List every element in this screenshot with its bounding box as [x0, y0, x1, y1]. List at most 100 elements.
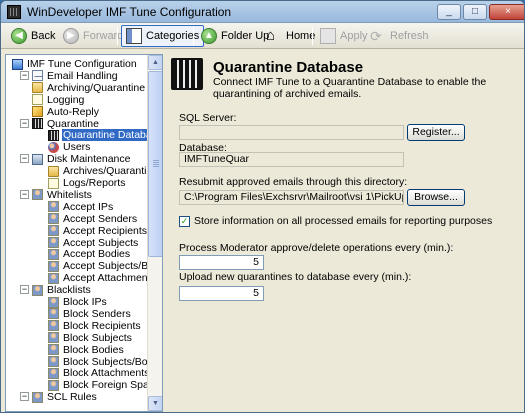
apply-label: Apply [340, 30, 368, 42]
moderator-interval-label: Process Moderator approve/delete operati… [179, 242, 454, 254]
tree-item[interactable]: Users [48, 141, 91, 153]
toolbar-separator [117, 27, 118, 45]
apply-button[interactable]: Apply [316, 25, 372, 47]
person-icon [48, 308, 59, 320]
quarantine-database-icon [171, 58, 203, 90]
tree-item[interactable]: Email Handling [32, 70, 119, 82]
tree-item[interactable]: Logging [32, 94, 85, 106]
reply-icon [32, 106, 43, 118]
title-bar[interactable]: WinDeveloper IMF Tune Configuration _ □ … [1, 1, 524, 23]
tree-expander-icon[interactable]: − [20, 118, 29, 128]
tree-item[interactable]: Block Recipients [48, 320, 142, 332]
settings-panel: Quarantine Database Connect IMF Tune to … [167, 54, 522, 412]
tree-item[interactable]: Accept Recipients [48, 225, 148, 237]
tree-item-label: Block Foreign Spam [63, 379, 158, 392]
person-icon [48, 248, 59, 260]
tree-item[interactable]: Block Subjects [48, 332, 133, 344]
person-icon [32, 391, 43, 403]
scroll-up-arrow-icon[interactable]: ▲ [148, 55, 162, 70]
home-label: Home [286, 30, 316, 42]
window-title: WinDeveloper IMF Tune Configuration [27, 5, 232, 19]
person-icon [32, 189, 43, 201]
upload-interval-input[interactable]: 5 [179, 286, 264, 301]
tree-item[interactable]: Quarantine Database [48, 129, 162, 142]
tree-item[interactable]: Disk Maintenance [32, 153, 131, 165]
tree-item[interactable]: Accept Bodies [48, 248, 131, 260]
bars-icon [32, 118, 43, 129]
disk-icon [32, 153, 43, 165]
tree-item-label: Logging [47, 93, 85, 106]
database-field: IMFTuneQuar [179, 152, 404, 167]
tree-item[interactable]: Archiving/Quarantine [32, 82, 146, 94]
person-icon [48, 272, 59, 284]
app-logo-icon [7, 5, 21, 19]
back-arrow-icon: ◀ [11, 28, 27, 44]
tree-item[interactable]: Block Attachments [48, 367, 150, 379]
tree-item-label: Block Senders [63, 307, 131, 320]
browse-button[interactable]: Browse... [407, 189, 465, 206]
store-info-label[interactable]: Store information on all processed email… [194, 215, 492, 227]
back-button[interactable]: ◀ Back [7, 25, 59, 47]
tree-item[interactable]: Accept IPs [48, 201, 114, 213]
tree-item[interactable]: Blacklists [32, 284, 92, 296]
tree-item-label: Quarantine [47, 117, 99, 130]
minimize-button[interactable]: _ [437, 4, 461, 20]
tree-expander-icon[interactable]: − [20, 70, 29, 80]
tree-item-label: IMF Tune Configuration [27, 58, 137, 70]
category-tree[interactable]: IMF Tune Configuration Email Handling − Arc… [5, 54, 163, 412]
scroll-down-arrow-icon[interactable]: ▼ [148, 396, 162, 411]
tree-expander-icon[interactable]: − [20, 189, 29, 199]
tree-item[interactable]: Block Foreign Spam [48, 379, 159, 391]
home-button[interactable]: ⌂ Home [262, 25, 319, 47]
tree-item[interactable]: Accept Subjects/Bodies [48, 260, 162, 272]
close-button[interactable]: × [489, 4, 524, 20]
archive-icon [48, 165, 59, 177]
person-icon [48, 201, 59, 213]
register-button[interactable]: Register... [407, 124, 465, 141]
store-info-checkbox[interactable]: ✓ [179, 216, 190, 227]
tree-item[interactable]: Accept Attachments [48, 272, 157, 284]
tree-item[interactable]: Block Bodies [48, 344, 125, 356]
refresh-label: Refresh [390, 30, 429, 42]
maximize-button[interactable]: □ [463, 4, 487, 20]
tree-expander-icon[interactable]: − [20, 154, 29, 164]
tree-vertical-scrollbar[interactable]: ▲ ▼ [147, 55, 162, 411]
home-icon: ⌂ [266, 27, 276, 44]
person-icon [48, 320, 59, 332]
tree-item[interactable]: Logs/Reports [48, 177, 126, 189]
person-icon [48, 225, 59, 237]
tree-item-label: Block Attachments [63, 367, 150, 380]
tree-item[interactable]: Accept Subjects [48, 237, 139, 249]
forward-arrow-icon: ▶ [63, 28, 79, 44]
tree-item[interactable]: Quarantine [32, 118, 100, 130]
tree-item-label: Block IPs [63, 296, 107, 308]
resubmit-directory-field: C:\Program Files\Exchsrvr\Mailroot\vsi 1… [179, 190, 404, 205]
tree-item[interactable]: Block IPs [48, 296, 108, 308]
tree-item[interactable]: IMF Tune Configuration [12, 58, 138, 70]
back-label: Back [31, 30, 56, 42]
tree-item[interactable]: Block Senders [48, 308, 132, 320]
moderator-interval-input[interactable]: 5 [179, 255, 264, 270]
person-icon [48, 213, 59, 225]
tree-item-label: Block Bodies [63, 343, 124, 356]
tree-expander-icon[interactable]: − [20, 285, 29, 295]
tree-item-label: Accept Bodies [63, 248, 131, 261]
toolbar-separator [312, 27, 313, 45]
bars-icon [48, 129, 59, 141]
tree-expander-icon[interactable]: − [20, 392, 29, 402]
tree-item[interactable]: Archives/Quarantine [48, 165, 159, 177]
tree-item[interactable]: Whitelists [32, 189, 93, 201]
tree-item[interactable]: Auto-Reply [32, 106, 100, 118]
refresh-button[interactable]: ⟳ Refresh [366, 25, 433, 47]
scrollbar-thumb[interactable] [148, 71, 162, 257]
person-icon [32, 284, 43, 296]
tree-item-label: SCL Rules [47, 391, 97, 404]
toolbar-separator [193, 27, 194, 45]
folder-up-icon: ▲ [201, 28, 217, 44]
root-icon [12, 58, 23, 70]
tree-item[interactable]: Accept Senders [48, 213, 138, 225]
tree-item[interactable]: SCL Rules [32, 391, 98, 403]
categories-button[interactable]: Categories [121, 25, 205, 47]
page-description: Connect IMF Tune to a Quarantine Databas… [213, 76, 487, 100]
tree-item[interactable]: Block Subjects/Bodies [48, 356, 162, 368]
